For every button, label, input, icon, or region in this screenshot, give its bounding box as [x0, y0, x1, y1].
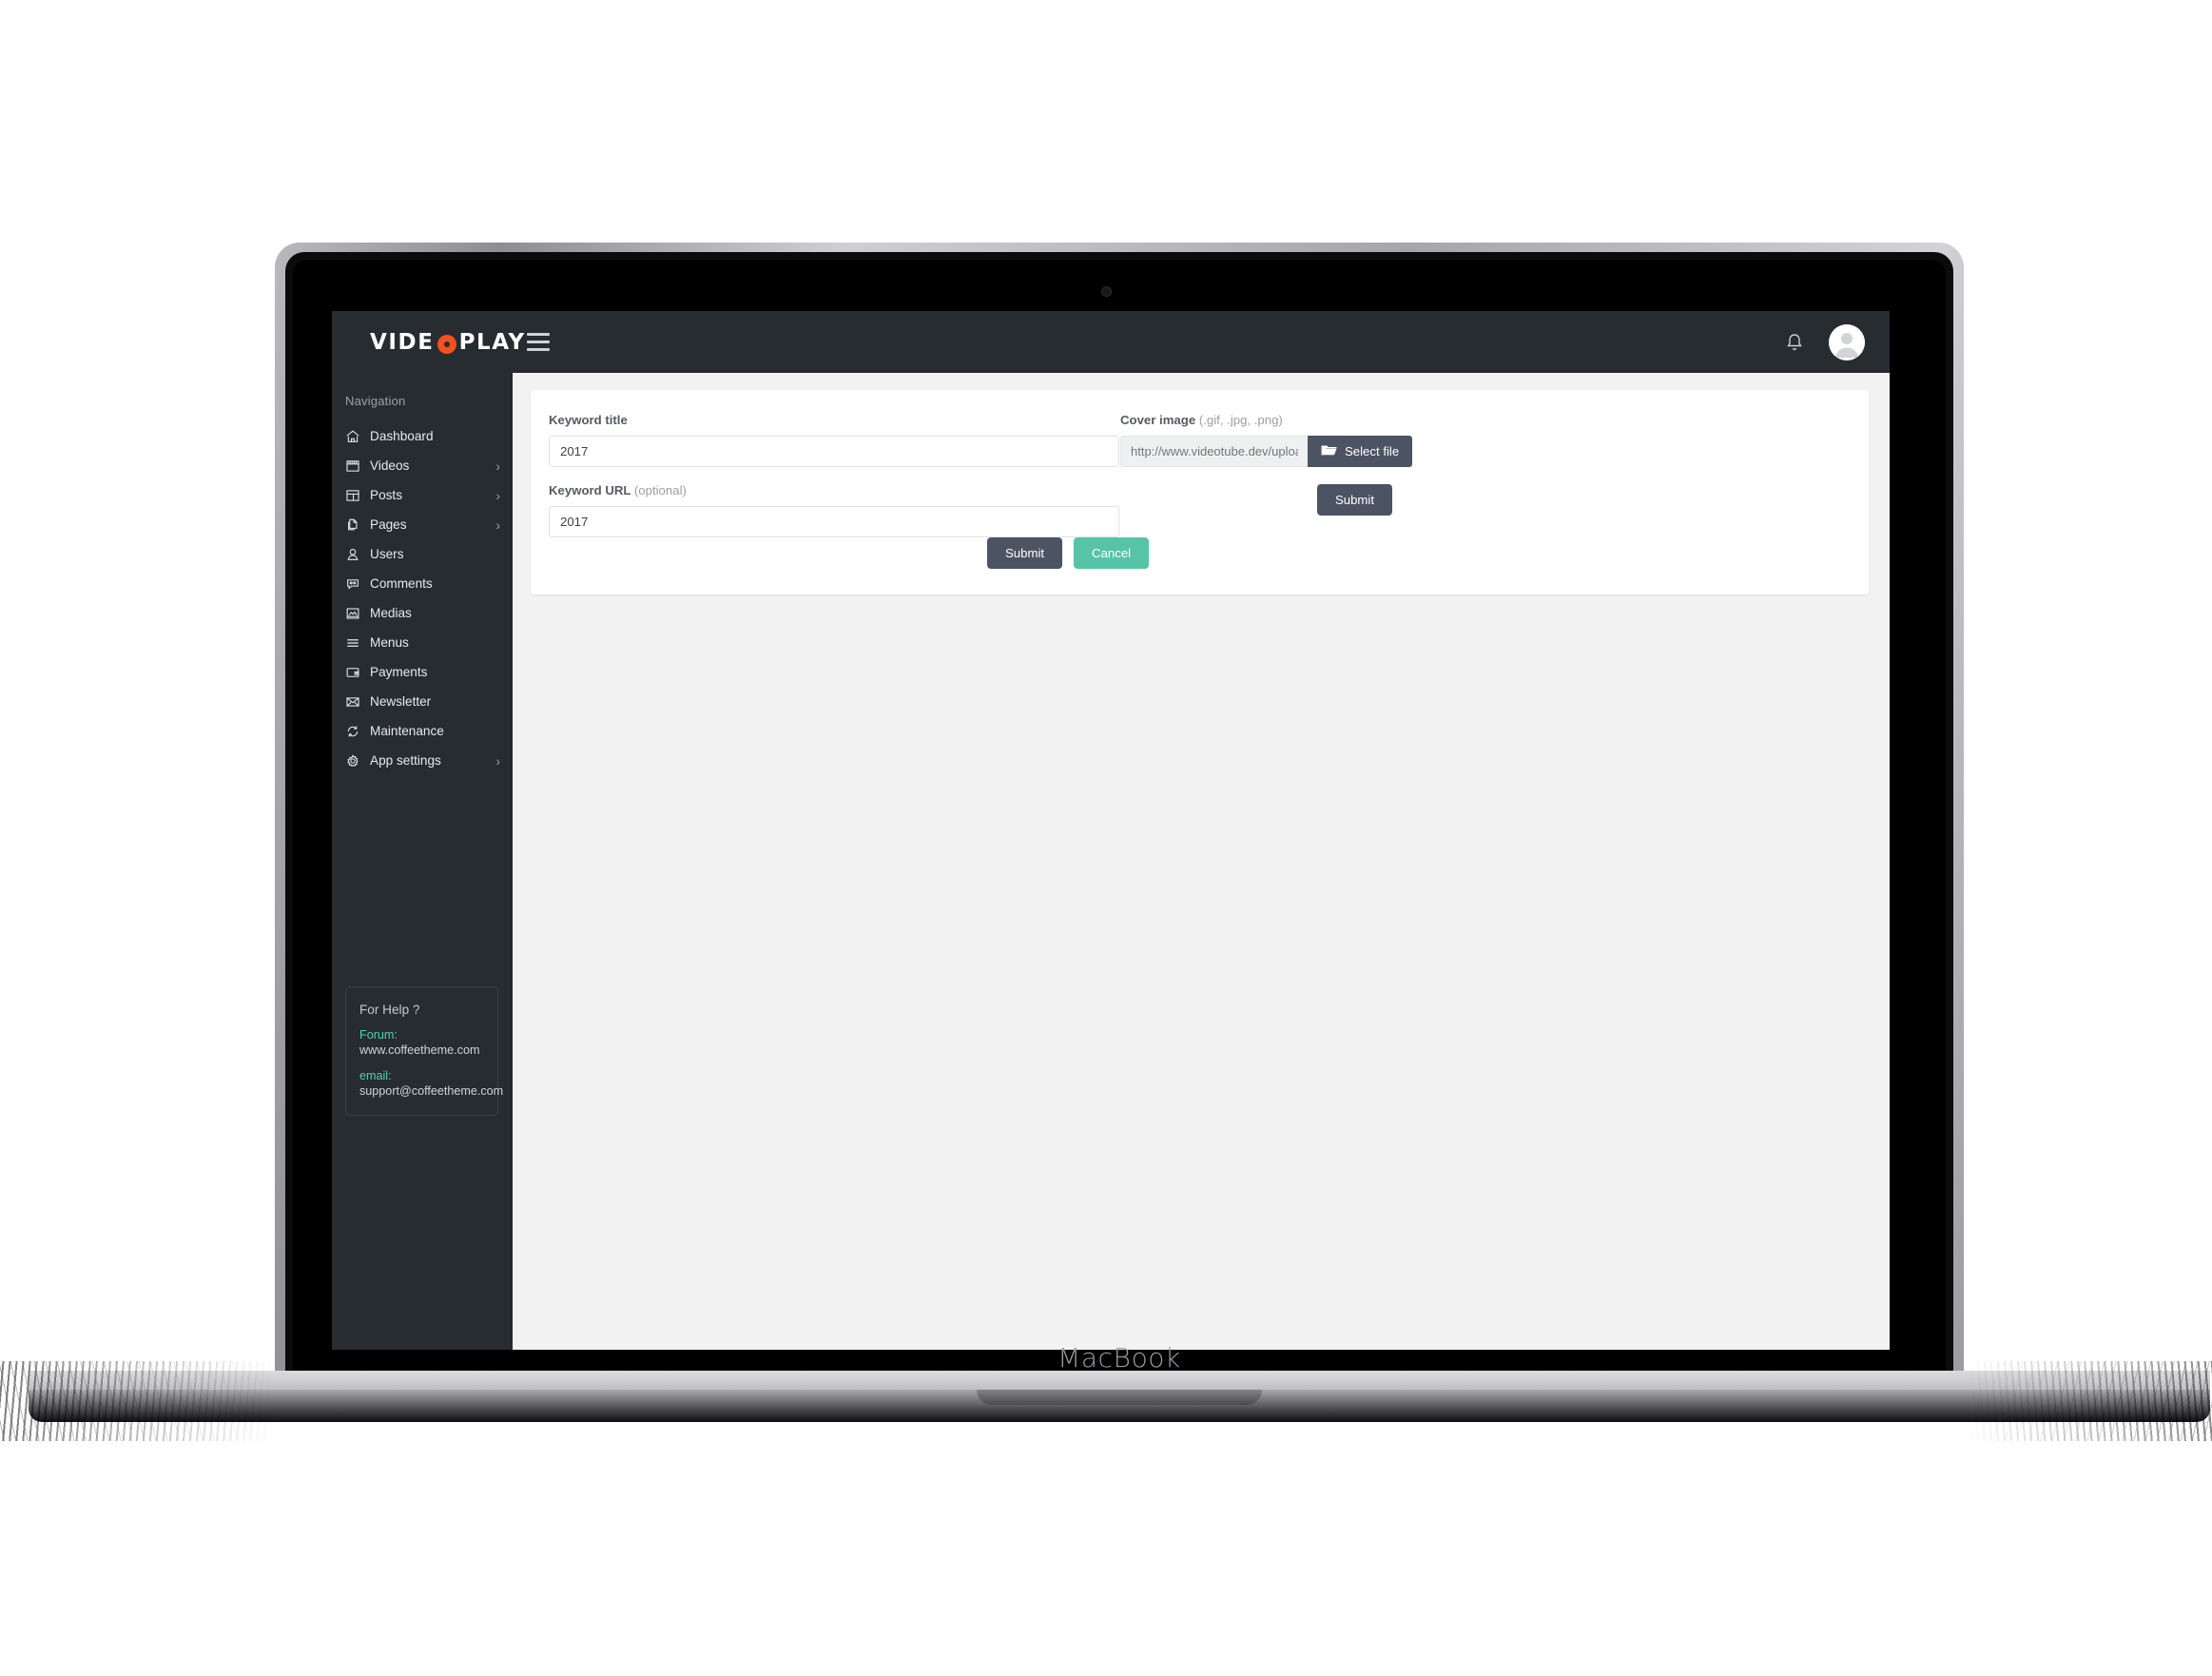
keyword-url-input[interactable] — [549, 506, 1119, 537]
sidebar-item-medias[interactable]: Medias — [332, 598, 512, 628]
keyword-url-optional-note: (optional) — [633, 483, 687, 497]
sidebar-item-menus[interactable]: Menus — [332, 628, 512, 657]
sidebar-item-label: App settings — [370, 753, 441, 768]
help-email-label: email: — [359, 1069, 392, 1082]
brand-logo[interactable]: VIDE PLAY — [370, 311, 526, 373]
cover-image-upload-row: Select file — [1120, 436, 1413, 467]
chevron-right-icon: › — [495, 752, 500, 769]
list-icon — [345, 635, 370, 651]
help-email-value: support@coffeetheme.com — [359, 1084, 504, 1098]
brand-record-icon — [437, 334, 456, 354]
home-icon — [345, 429, 370, 444]
sidebar-item-label: Comments — [370, 576, 433, 591]
sidebar-item-users[interactable]: Users — [332, 539, 512, 569]
main-content: Keyword title Keyword URL (optional) Sub… — [514, 373, 1890, 1350]
user-icon — [345, 547, 370, 562]
bell-icon[interactable] — [1783, 331, 1806, 354]
cover-image-label-text: Cover image — [1120, 413, 1196, 427]
sidebar-item-comments[interactable]: Comments — [332, 569, 512, 598]
macbook-mockup: VIDE PLAY Navigation Dashboard Videos › … — [0, 243, 2212, 1441]
webcam-icon — [1101, 286, 1112, 297]
chevron-right-icon: › — [495, 516, 500, 533]
cover-image-input[interactable] — [1120, 436, 1308, 467]
select-file-button[interactable]: Select file — [1308, 436, 1413, 467]
chevron-right-icon: › — [495, 458, 500, 474]
sidebar-item-label: Medias — [370, 606, 412, 620]
cover-image-submit-button[interactable]: Submit — [1316, 484, 1392, 516]
brand-text-before: VIDE — [370, 329, 435, 355]
folder-icon — [1321, 443, 1337, 459]
help-forum-value: www.coffeetheme.com — [359, 1043, 480, 1057]
cover-image-label: Cover image (.gif, .jpg, .png) — [1120, 413, 1852, 427]
pages-icon — [345, 517, 370, 533]
sidebar-item-label: Dashboard — [370, 429, 434, 443]
admin-app: VIDE PLAY Navigation Dashboard Videos › … — [332, 311, 1890, 1350]
comment-icon — [345, 576, 370, 592]
sidebar-item-dashboard[interactable]: Dashboard — [332, 421, 512, 451]
keyword-title-label: Keyword title — [549, 413, 628, 427]
sidebar-item-maintenance[interactable]: Maintenance — [332, 716, 512, 746]
sidebar-item-payments[interactable]: Payments — [332, 657, 512, 687]
brand-text-after: PLAY — [458, 329, 526, 355]
help-box: For Help ? Forum: www.coffeetheme.com em… — [345, 986, 504, 1116]
keyword-title-input[interactable] — [549, 436, 1119, 467]
film-icon — [345, 458, 370, 474]
sidebar-item-label: Newsletter — [370, 694, 432, 709]
chevron-right-icon: › — [495, 487, 500, 503]
cover-image-formats-note: (.gif, .jpg, .png) — [1198, 413, 1283, 427]
keyword-url-label-text: Keyword URL — [549, 483, 631, 497]
hamburger-menu-icon[interactable] — [527, 333, 550, 351]
keyword-url-label: Keyword URL (optional) — [549, 483, 1119, 497]
sidebar-item-label: Posts — [370, 488, 402, 502]
sidebar-item-label: Videos — [370, 458, 410, 473]
cover-image-section: Cover image (.gif, .jpg, .png) http://ww… — [1120, 413, 1852, 516]
sidebar-item-label: Menus — [370, 635, 409, 650]
sidebar-heading: Navigation — [345, 394, 406, 408]
sidebar-item-label: Maintenance — [370, 724, 444, 738]
submit-button[interactable]: Submit — [987, 537, 1063, 569]
topbar-actions — [1783, 311, 1865, 373]
sidebar-item-label: Users — [370, 547, 404, 561]
select-file-label: Select file — [1345, 444, 1400, 458]
layout-icon — [345, 488, 370, 503]
form-actions: Submit Cancel — [987, 537, 1150, 569]
screenshot-root: VIDE PLAY Navigation Dashboard Videos › … — [0, 0, 2212, 1676]
cancel-button[interactable]: Cancel — [1074, 537, 1150, 569]
macbook-label: MacBook — [1057, 1342, 1181, 1374]
envelope-icon — [345, 694, 370, 710]
keyword-form-card: Keyword title Keyword URL (optional) Sub… — [531, 390, 1869, 594]
sidebar-item-pages[interactable]: Pages › — [332, 510, 512, 539]
laptop-base-notch — [977, 1390, 1262, 1405]
sidebar-item-videos[interactable]: Videos › — [332, 451, 512, 480]
sidebar-item-app-settings[interactable]: App settings › — [332, 746, 512, 775]
image-icon — [345, 606, 370, 621]
gear-icon — [345, 753, 370, 769]
sidebar-item-posts[interactable]: Posts › — [332, 480, 512, 510]
keyword-form-left: Keyword title Keyword URL (optional) — [549, 413, 1119, 537]
refresh-icon — [345, 724, 370, 739]
top-navbar: VIDE PLAY — [332, 311, 1890, 373]
cover-image-actions: Submit — [1120, 484, 1392, 516]
sidebar-item-label: Pages — [370, 517, 407, 532]
sidebar-item-label: Payments — [370, 665, 428, 679]
wallet-icon — [345, 665, 370, 680]
sidebar-item-newsletter[interactable]: Newsletter — [332, 687, 512, 716]
laptop-base — [29, 1371, 2210, 1424]
help-title: For Help ? — [359, 1003, 420, 1017]
avatar[interactable] — [1829, 323, 1865, 361]
sidebar: Navigation Dashboard Videos › Posts › Pa… — [332, 373, 513, 1350]
help-forum-label: Forum: — [359, 1028, 398, 1042]
